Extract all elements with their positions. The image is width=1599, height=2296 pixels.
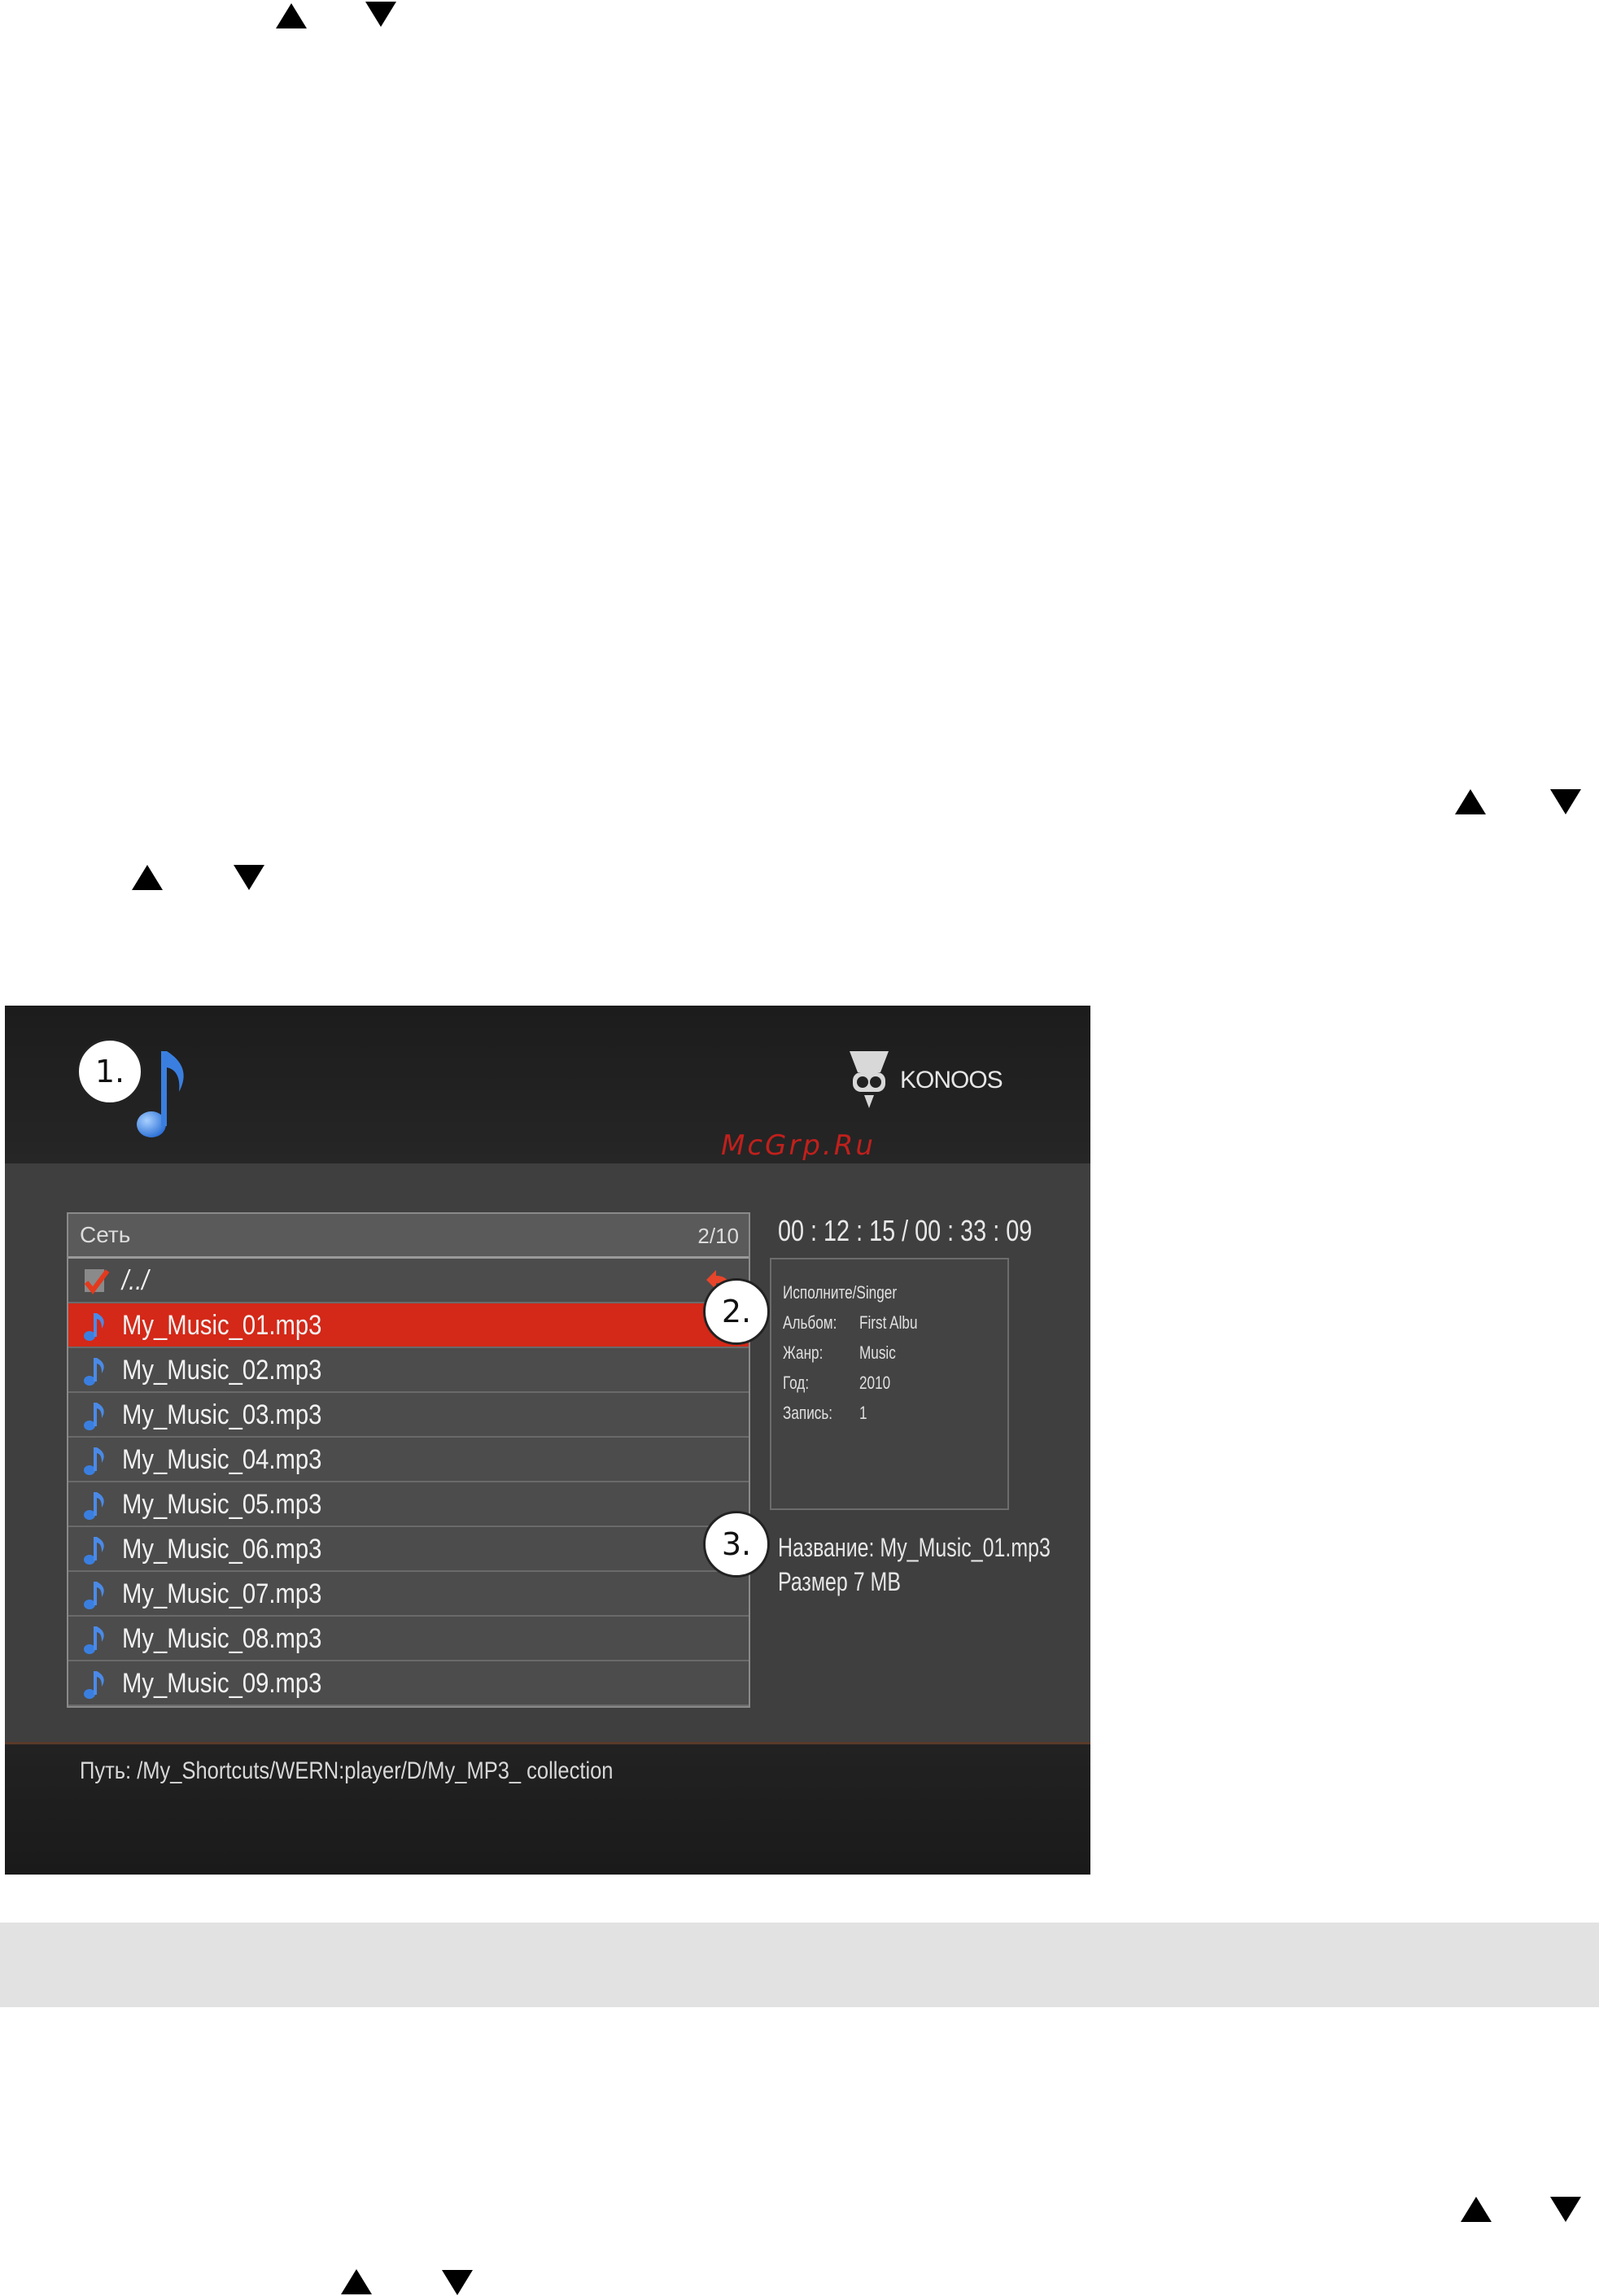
down-arrow-icon [234,865,264,890]
music-file-icon [84,1358,104,1386]
up-arrow-icon [132,865,163,890]
file-row[interactable]: My_Music_04.mp3 [68,1438,749,1482]
info-value: 1 [859,1403,867,1423]
music-file-icon [84,1492,104,1520]
brand-name: KONOOS [900,1067,1003,1093]
info-key: Исполните/Singer [783,1282,898,1303]
file-row[interactable]: My_Music_09.mp3 [68,1661,749,1706]
music-file-icon [84,1582,104,1609]
track-info-line: Исполните/Singer [783,1282,898,1303]
file-size-info: Размер 7 MB [778,1567,901,1596]
down-arrow-icon [1550,789,1581,814]
track-info-line: Альбом: First Albu [783,1312,934,1334]
media-player-screen: KONOOS Сеть 2/10 /../ My_Music_01.mp3 My_… [5,1006,1090,1875]
down-arrow-icon [365,2,396,27]
music-file-icon [84,1626,104,1654]
file-row[interactable]: My_Music_06.mp3 [68,1527,749,1572]
music-file-icon [84,1447,104,1475]
music-file-icon [84,1403,104,1430]
info-key: Жанр: [783,1342,824,1363]
file-name: My_Music_03.mp3 [122,1399,322,1430]
file-name: My_Music_05.mp3 [122,1489,322,1520]
info-key: Альбом: [783,1312,837,1333]
file-row[interactable]: My_Music_05.mp3 [68,1482,749,1527]
track-info-box: Исполните/Singer Альбом: First Albu Жанр: Mu… [770,1258,1009,1510]
file-row[interactable]: My_Music_01.mp3 [68,1303,749,1348]
file-name: My_Music_09.mp3 [122,1668,322,1699]
callout-2: 2. [703,1278,770,1345]
file-rows: My_Music_01.mp3 My_Music_02.mp3 My_Music_0… [68,1303,749,1706]
konoos-logo-icon [850,1051,889,1108]
track-info-line: Жанр: Music [783,1342,906,1364]
player-header: KONOOS [5,1006,1090,1163]
brand-logo: KONOOS [848,1048,1003,1113]
parent-dir-row[interactable]: /../ [68,1259,749,1303]
info-value: First Albu [859,1312,918,1333]
source-title: Сеть [80,1222,131,1247]
down-arrow-icon [1550,2197,1581,2222]
file-row[interactable]: My_Music_02.mp3 [68,1348,749,1393]
info-key: Год: [783,1373,810,1393]
item-counter: 2/10 [697,1224,739,1248]
info-key: Запись: [783,1403,833,1423]
file-name: My_Music_08.mp3 [122,1623,322,1654]
player-footer: Путь: /My_Shortcuts/WERN:player/D/My_MP3… [5,1742,1090,1875]
music-file-icon [84,1313,104,1341]
up-arrow-icon [1455,789,1486,814]
section-divider-bar [0,1923,1599,2007]
file-name: My_Music_01.mp3 [122,1310,322,1341]
parent-dir-label: /../ [122,1265,149,1296]
music-file-icon [84,1671,104,1699]
file-row[interactable]: My_Music_08.mp3 [68,1617,749,1661]
track-info-line: Запись: 1 [783,1403,869,1424]
music-note-icon [137,1051,184,1137]
track-info-line: Год: 2010 [783,1373,899,1394]
watermark: McGrp.Ru [721,1129,876,1162]
info-value: Music [859,1342,896,1363]
up-arrow-icon [276,3,307,28]
file-name: My_Music_04.mp3 [122,1444,322,1475]
current-path: Путь: /My_Shortcuts/WERN:player/D/My_MP3… [80,1757,614,1784]
file-row[interactable]: My_Music_03.mp3 [68,1393,749,1438]
file-name: My_Music_07.mp3 [122,1578,322,1609]
file-name: My_Music_06.mp3 [122,1534,322,1565]
music-file-icon [84,1537,104,1565]
file-list-header: Сеть 2/10 [68,1214,749,1259]
callout-3: 3. [703,1511,770,1578]
up-arrow-icon [1461,2197,1492,2222]
folder-check-icon [84,1269,110,1294]
file-row[interactable]: My_Music_07.mp3 [68,1572,749,1617]
down-arrow-icon [442,2270,473,2295]
file-name: My_Music_02.mp3 [122,1355,322,1386]
info-value: 2010 [859,1373,891,1393]
file-list: Сеть 2/10 /../ My_Music_01.mp3 My_Music_0… [67,1212,750,1708]
callout-1: 1. [76,1038,143,1105]
file-name-info: Название: My_Music_01.mp3 [778,1533,1051,1562]
up-arrow-icon [341,2269,372,2294]
playback-time: 00 : 12 : 15 / 00 : 33 : 09 [778,1214,1033,1247]
